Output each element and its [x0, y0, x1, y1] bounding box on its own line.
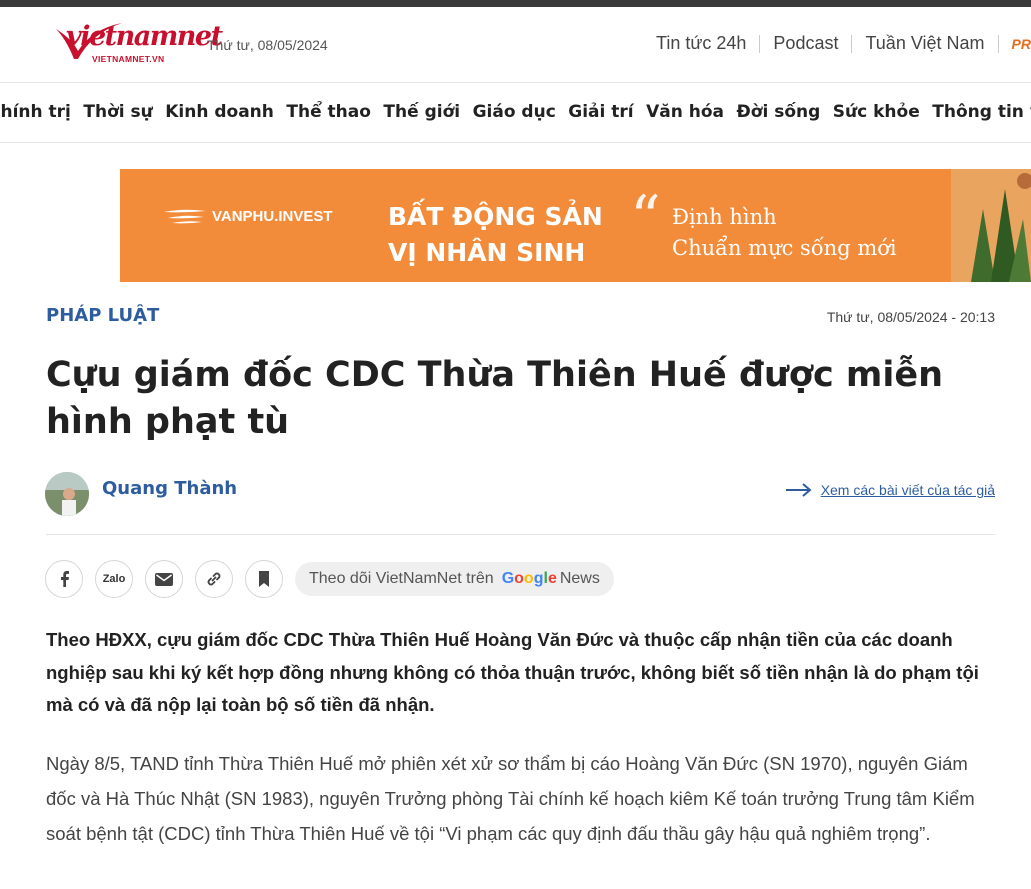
top-bar — [0, 0, 1031, 7]
banner-headline-line-1: BẤT ĐỘNG SẢN — [388, 202, 603, 231]
article-category[interactable]: PHÁP LUẬT — [46, 305, 159, 326]
article-lead: Theo HĐXX, cựu giám đốc CDC Thừa Thiên H… — [46, 629, 979, 715]
facebook-icon — [61, 571, 69, 587]
banner-slogan-line-1: Định hình — [672, 205, 777, 229]
banner-trees-image — [951, 169, 1031, 282]
banner-brand-text: VANPHU.INVEST — [212, 207, 333, 225]
banner-slogan: Định hình Chuẩn mực sống mới — [672, 202, 897, 264]
author-name[interactable]: Quang Thành — [102, 478, 237, 499]
separator — [759, 34, 761, 53]
header-date: Thứ tư, 08/05/2024 — [207, 37, 328, 53]
nav-item-doi-song[interactable]: Đời sống — [737, 102, 821, 122]
link-tuan-viet-nam[interactable]: Tuần Việt Nam — [865, 33, 984, 54]
nav-item-van-hoa[interactable]: Văn hóa — [646, 102, 724, 122]
separator — [997, 34, 999, 53]
follow-text: Theo dõi VietNamNet trên — [309, 570, 494, 587]
nav-item-suc-khoe[interactable]: Sức khỏe — [833, 102, 920, 122]
facebook-share-button[interactable] — [45, 560, 83, 598]
nav-item-kinh-doanh[interactable]: Kinh doanh — [165, 102, 274, 122]
banner-headline-line-2: VỊ NHÂN SINH — [388, 238, 586, 267]
banner-slogan-line-2: Chuẩn mực sống mới — [672, 236, 897, 260]
nav-item-the-gioi[interactable]: Thế giới — [383, 102, 460, 122]
google-news-follow-button[interactable]: Theo dõi VietNamNet trên Google News — [295, 562, 614, 596]
author-articles-link[interactable]: Xem các bài viết của tác giả — [785, 482, 995, 498]
arrow-right-icon — [785, 483, 812, 497]
ad-banner[interactable]: VANPHU.INVEST BẤT ĐỘNG SẢN VỊ NHÂN SINH … — [120, 169, 1031, 282]
article-title: Cựu giám đốc CDC Thừa Thiên Huế được miễ… — [46, 355, 944, 442]
logo-subtext: VIETNAMNET.VN — [92, 54, 165, 64]
link-pr[interactable]: PR — [1012, 36, 1031, 52]
google-news-label: News — [559, 570, 600, 587]
site-logo[interactable]: vietnamnet VIETNAMNET.VN — [52, 19, 223, 67]
link-podcast[interactable]: Podcast — [773, 33, 838, 54]
article-published-date: Thứ tư, 08/05/2024 - 20:13 — [826, 309, 995, 325]
banner-brand: VANPHU.INVEST — [162, 206, 333, 226]
separator — [851, 34, 853, 53]
site-header: vietnamnet VIETNAMNET.VN Thứ tư, 08/05/2… — [0, 7, 1031, 83]
quote-mark-icon: “ — [630, 183, 661, 253]
nav-item-the-thao[interactable]: Thể thao — [286, 102, 371, 122]
article-paragraph: Ngày 8/5, TAND tỉnh Thừa Thiên Huế mở ph… — [46, 753, 975, 844]
bookmark-icon — [259, 571, 269, 587]
banner-headline: BẤT ĐỘNG SẢN VỊ NHÂN SINH — [388, 199, 603, 271]
link-tin-tuc-24h[interactable]: Tin tức 24h — [656, 33, 746, 54]
nav-item-thoi-su[interactable]: Thời sự — [83, 102, 152, 122]
share-bar: Zalo Theo dõi VietNamNet trên Google New… — [45, 560, 614, 598]
email-share-button[interactable] — [145, 560, 183, 598]
author-photo — [45, 472, 89, 516]
copy-link-button[interactable] — [195, 560, 233, 598]
header-links: Tin tức 24h Podcast Tuần Việt Nam PR — [656, 33, 1031, 54]
author-articles-link-text: Xem các bài viết của tác giả — [820, 482, 995, 498]
bookmark-button[interactable] — [245, 560, 283, 598]
nav-item-thong-tin-truyen-thong[interactable]: Thông tin và Truyền thông — [932, 102, 1031, 122]
logo-text: vietnamnet — [66, 21, 223, 52]
author-avatar[interactable] — [45, 472, 89, 516]
mail-icon — [155, 572, 173, 586]
divider — [46, 534, 995, 535]
nav-item-giai-tri[interactable]: Giải trí — [568, 102, 633, 122]
nav-item-chinh-tri[interactable]: Chính trị — [0, 102, 71, 122]
google-wordmark: Google — [501, 570, 557, 587]
nav-item-giao-duc[interactable]: Giáo dục — [473, 102, 556, 122]
zalo-label: Zalo — [102, 573, 126, 585]
vanphu-logo-icon — [164, 209, 206, 224]
zalo-share-button[interactable]: Zalo — [95, 560, 133, 598]
main-nav: Chính trị Thời sự Kinh doanh Thể thao Th… — [0, 84, 1031, 143]
link-icon — [207, 572, 221, 586]
